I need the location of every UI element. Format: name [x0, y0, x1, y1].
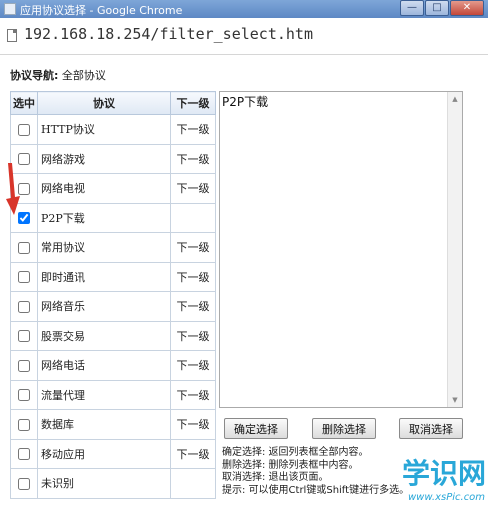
- watermark-text: 学识网: [402, 457, 487, 490]
- watermark-logo: 学识网 www.xsPic.com: [402, 452, 488, 510]
- selected-protocols-listbox[interactable]: P2P下载 ▲ ▼: [219, 91, 463, 408]
- protocol-name: 即时通讯: [37, 261, 171, 292]
- header-select: 选中: [10, 91, 38, 115]
- maximize-button[interactable]: □: [425, 0, 449, 16]
- header-protocol: 协议: [37, 91, 171, 115]
- table-row: 网络游戏 下一级: [10, 143, 216, 174]
- table-row: HTTP协议 下一级: [10, 114, 216, 145]
- listbox-scrollbar[interactable]: ▲ ▼: [447, 92, 462, 407]
- window-title-bar: 应用协议选择 - Google Chrome — □ ✕: [0, 0, 488, 18]
- table-row: 移动应用 下一级: [10, 438, 216, 469]
- help-line-cancel: 取消选择: 退出该页面。: [222, 472, 329, 483]
- protocol-name: 常用协议: [37, 232, 171, 263]
- window-title: 应用协议选择 - Google Chrome: [20, 4, 183, 17]
- protocol-name: 网络游戏: [37, 143, 171, 174]
- arrow-shape: [6, 163, 20, 215]
- protocol-name: 未识别: [37, 468, 171, 499]
- protocol-name: 网络电话: [37, 350, 171, 381]
- url-text[interactable]: 192.168.18.254/filter_select.htm: [24, 25, 313, 43]
- minimize-button[interactable]: —: [400, 0, 424, 16]
- table-row: 流量代理 下一级: [10, 379, 216, 410]
- listbox-item[interactable]: P2P下载: [222, 93, 268, 110]
- table-row: 网络音乐 下一级: [10, 291, 216, 322]
- next-level-link: [170, 202, 216, 233]
- table-row: 股票交易 下一级: [10, 320, 216, 351]
- row-checkbox-cell: [10, 261, 38, 292]
- next-level-link[interactable]: 下一级: [170, 173, 216, 204]
- row-checkbox-cell: [10, 320, 38, 351]
- next-level-link[interactable]: 下一级: [170, 350, 216, 381]
- next-level-link[interactable]: 下一级: [170, 114, 216, 145]
- protocol-checkbox[interactable]: [18, 300, 30, 313]
- help-line-tip: 提示: 可以使用Ctrl键或Shift键进行多选。: [222, 484, 410, 496]
- delete-selection-button[interactable]: 删除选择: [312, 418, 376, 439]
- protocol-name: 网络电视: [37, 173, 171, 204]
- protocol-name: HTTP协议: [37, 114, 171, 145]
- row-checkbox-cell: [10, 379, 38, 410]
- protocol-name: 股票交易: [37, 320, 171, 351]
- app-icon: [4, 3, 16, 15]
- protocol-checkbox[interactable]: [18, 418, 30, 431]
- protocol-checkbox[interactable]: [18, 389, 30, 402]
- protocol-table-body: HTTP协议 下一级 网络游戏 下一级 网络电视 下一级 P2P下载 常用协议 下一级 即时通讯下…: [10, 114, 216, 499]
- row-checkbox-cell: [10, 114, 38, 145]
- protocol-name: 流量代理: [37, 379, 171, 410]
- scroll-up-arrow-icon[interactable]: ▲: [448, 92, 462, 106]
- next-level-link[interactable]: 下一级: [170, 320, 216, 351]
- row-checkbox-cell: [10, 350, 38, 381]
- header-next-level: 下一级: [170, 91, 216, 115]
- help-line-confirm: 确定选择: 返回列表框全部内容。: [222, 447, 369, 458]
- protocol-checkbox[interactable]: [18, 123, 30, 136]
- next-level-link[interactable]: 下一级: [170, 232, 216, 263]
- row-checkbox-cell: [10, 409, 38, 440]
- next-level-link[interactable]: 下一级: [170, 379, 216, 410]
- protocol-name: P2P下载: [37, 202, 171, 233]
- table-row: 未识别: [10, 468, 216, 499]
- red-arrow-annotation: [6, 163, 20, 215]
- next-level-link[interactable]: 下一级: [170, 261, 216, 292]
- scroll-down-arrow-icon[interactable]: ▼: [448, 393, 462, 407]
- next-level-link: [170, 468, 216, 499]
- protocol-checkbox[interactable]: [18, 359, 30, 372]
- protocol-checkbox[interactable]: [18, 477, 30, 490]
- next-level-link[interactable]: 下一级: [170, 143, 216, 174]
- protocol-name: 数据库: [37, 409, 171, 440]
- table-row: 即时通讯 下一级: [10, 261, 216, 292]
- help-line-delete: 删除选择: 删除列表框中内容。: [222, 459, 359, 471]
- cancel-selection-button[interactable]: 取消选择: [399, 418, 463, 439]
- protocol-checkbox[interactable]: [18, 241, 30, 254]
- table-row: 常用协议 下一级: [10, 232, 216, 263]
- next-level-link[interactable]: 下一级: [170, 438, 216, 469]
- table-header-row: 选中 协议 下一级: [10, 91, 216, 115]
- nav-label: 协议导航:: [10, 69, 59, 82]
- protocol-checkbox[interactable]: [18, 448, 30, 461]
- nav-value-all-protocols[interactable]: 全部协议: [62, 69, 106, 82]
- next-level-link[interactable]: 下一级: [170, 409, 216, 440]
- confirm-selection-button[interactable]: 确定选择: [224, 418, 288, 439]
- protocol-name: 移动应用: [37, 438, 171, 469]
- row-checkbox-cell: [10, 438, 38, 469]
- row-checkbox-cell: [10, 291, 38, 322]
- protocol-checkbox[interactable]: [18, 271, 30, 284]
- row-checkbox-cell: [10, 232, 38, 263]
- page-icon: [7, 29, 17, 42]
- row-checkbox-cell: [10, 468, 38, 499]
- protocol-navigation: 协议导航: 全部协议: [10, 67, 106, 83]
- table-row: 网络电话 下一级: [10, 350, 216, 381]
- protocol-name: 网络音乐: [37, 291, 171, 322]
- protocol-checkbox[interactable]: [18, 330, 30, 343]
- close-button[interactable]: ✕: [450, 0, 484, 16]
- help-text: 确定选择: 返回列表框全部内容。 删除选择: 删除列表框中内容。 取消选择: 退…: [222, 447, 409, 497]
- table-row: P2P下载: [10, 202, 216, 233]
- table-row: 数据库 下一级: [10, 409, 216, 440]
- address-bar: 192.168.18.254/filter_select.htm: [0, 18, 488, 55]
- table-row: 网络电视 下一级: [10, 173, 216, 204]
- watermark-url: www.xsPic.com: [408, 492, 486, 503]
- protocol-table: 选中 协议 下一级 HTTP协议 下一级 网络游戏 下一级 网络电视 下一级 P2P下载 常用…: [10, 91, 216, 499]
- next-level-link[interactable]: 下一级: [170, 291, 216, 322]
